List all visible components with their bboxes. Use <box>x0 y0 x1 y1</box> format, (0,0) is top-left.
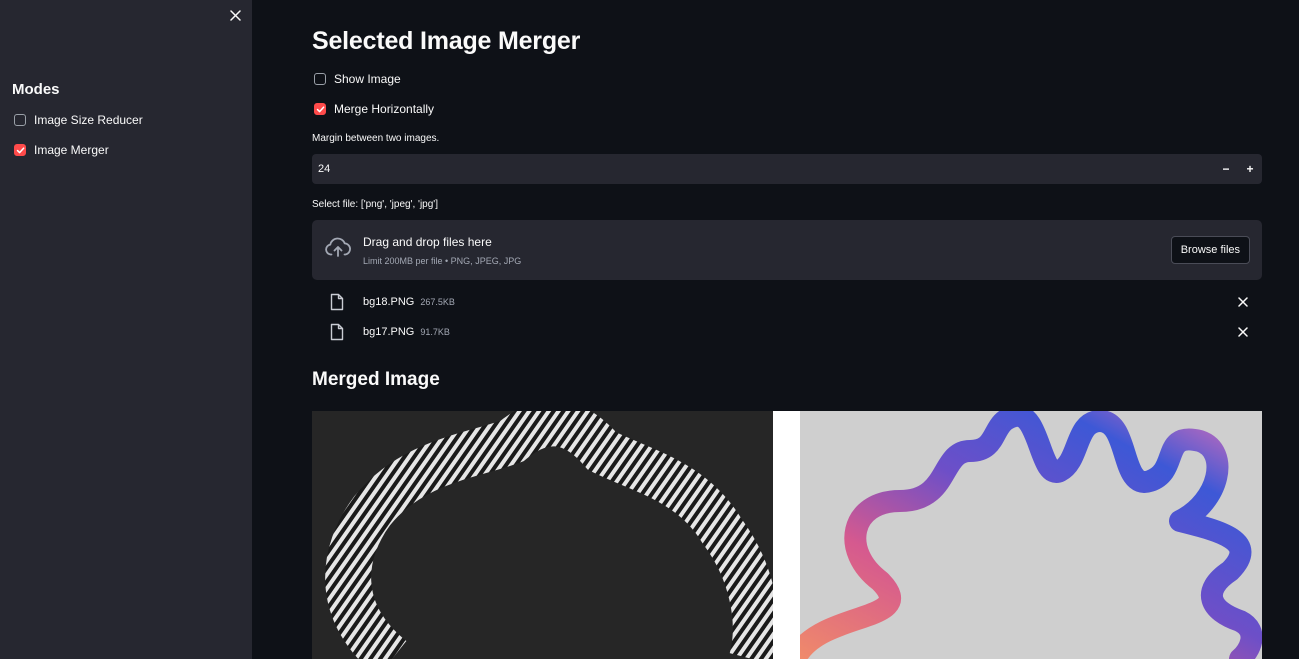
file-icon <box>330 323 344 341</box>
file-name-and-size: bg17.PNG 91.7KB <box>363 326 450 338</box>
uploaded-file-row: bg17.PNG 91.7KB <box>312 320 1262 344</box>
merged-image-right-part <box>800 411 1262 659</box>
browse-files-button[interactable]: Browse files <box>1170 236 1250 264</box>
file-dropzone[interactable]: Drag and drop files here Limit 200MB per… <box>312 220 1262 280</box>
mode-label: Image Size Reducer <box>34 113 143 127</box>
striped-ribbon-ring-graphic <box>325 411 773 659</box>
file-uploader-label: Select file: ['png', 'jpeg', 'jpg'] <box>312 199 438 210</box>
mode-image-merger[interactable]: Image Merger <box>14 143 109 157</box>
close-icon <box>1238 327 1248 337</box>
merge-horizontally-toggle[interactable]: Merge Horizontally <box>314 102 434 116</box>
dropzone-subtitle: Limit 200MB per file • PNG, JPEG, JPG <box>363 256 522 266</box>
sidebar-title: Modes <box>12 81 60 98</box>
check-icon <box>16 146 24 153</box>
main-content: Selected Image Merger Show Image Merge H… <box>252 0 1299 659</box>
merged-image-left-part <box>312 411 773 659</box>
page-title: Selected Image Merger <box>312 27 581 55</box>
margin-input[interactable] <box>312 154 1214 184</box>
checkbox-checked[interactable] <box>314 103 326 115</box>
checkbox-unchecked[interactable] <box>314 73 326 85</box>
file-size: 267.5KB <box>420 297 455 307</box>
increment-button[interactable]: + <box>1238 154 1262 184</box>
file-name-and-size: bg18.PNG 267.5KB <box>363 296 455 308</box>
close-icon <box>1238 297 1248 307</box>
margin-label: Margin between two images. <box>312 133 440 144</box>
merged-image-title: Merged Image <box>312 369 440 390</box>
uploaded-file-row: bg18.PNG 267.5KB <box>312 290 1262 314</box>
file-size: 91.7KB <box>420 327 450 337</box>
checkbox-checked[interactable] <box>14 144 26 156</box>
sidebar: Modes Image Size Reducer Image Merger <box>0 0 252 659</box>
file-icon <box>330 293 344 311</box>
mode-image-size-reducer[interactable]: Image Size Reducer <box>14 113 143 127</box>
merged-image <box>312 411 1262 659</box>
close-sidebar-button[interactable] <box>226 6 244 24</box>
margin-number-input: − + <box>312 154 1262 184</box>
file-name: bg17.PNG <box>363 326 415 338</box>
close-icon <box>229 9 241 21</box>
mode-label: Image Merger <box>34 143 109 157</box>
merge-horizontally-label: Merge Horizontally <box>334 102 435 116</box>
check-icon <box>316 105 324 112</box>
cloud-upload-icon <box>325 237 351 257</box>
coil-spring-graphic <box>800 411 1262 659</box>
dropzone-title: Drag and drop files here <box>363 235 492 249</box>
remove-file-button[interactable] <box>1236 325 1250 339</box>
remove-file-button[interactable] <box>1236 295 1250 309</box>
file-name: bg18.PNG <box>363 296 415 308</box>
show-image-label: Show Image <box>334 72 401 86</box>
checkbox-unchecked[interactable] <box>14 114 26 126</box>
show-image-toggle[interactable]: Show Image <box>314 72 401 86</box>
app-window: Modes Image Size Reducer Image Merger Se… <box>0 0 1299 659</box>
decrement-button[interactable]: − <box>1214 154 1238 184</box>
